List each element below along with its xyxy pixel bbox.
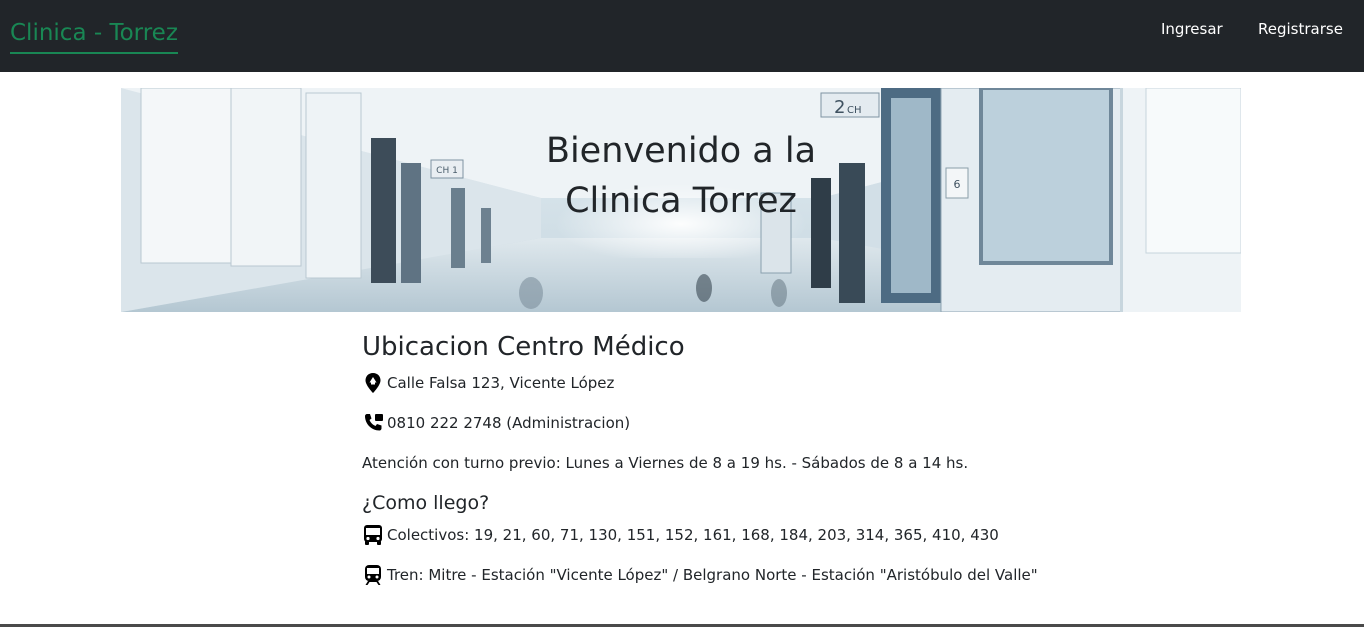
phone-icon (362, 412, 384, 434)
hours-text: Atención con turno previo: Lunes a Viern… (362, 454, 969, 472)
train-row: Tren: Mitre - Estación "Vicente López" /… (362, 564, 1038, 586)
hero-title-line-1: Bienvenido a la (545, 131, 817, 171)
hours-row: Atención con turno previo: Lunes a Viern… (362, 452, 968, 474)
svg-text:CH: CH (847, 105, 862, 116)
register-link[interactable]: Registrarse (1258, 18, 1343, 40)
address-row: Calle Falsa 123, Vicente López (362, 372, 614, 394)
map-pin-icon (362, 372, 384, 394)
bus-text: Colectivos: 19, 21, 60, 71, 130, 151, 15… (387, 526, 999, 544)
hero-banner: CH 1 2 CH 6 Bienvenido a la Clinica Torr… (121, 88, 1241, 312)
address-text: Calle Falsa 123, Vicente López (387, 374, 615, 392)
phone-row: 0810 222 2748 (Administracion) (362, 412, 630, 434)
phone-text: 0810 222 2748 (Administracion) (387, 414, 631, 432)
login-link[interactable]: Ingresar (1161, 18, 1223, 40)
directions-title: ¿Como llego? (362, 492, 490, 514)
hero-title: Bienvenido a la Clinica Torrez (121, 126, 1241, 226)
train-icon (362, 564, 384, 586)
train-text: Tren: Mitre - Estación "Vicente López" /… (387, 566, 1038, 584)
navbar: Clinica - Torrez Ingresar Registrarse (0, 0, 1364, 72)
brand-link[interactable]: Clinica - Torrez (10, 16, 178, 54)
svg-text:2: 2 (834, 97, 845, 118)
hero-title-line-2: Clinica Torrez (565, 181, 797, 221)
bus-icon (362, 524, 384, 546)
location-title: Ubicacion Centro Médico (362, 332, 685, 362)
bus-row: Colectivos: 19, 21, 60, 71, 130, 151, 15… (362, 524, 999, 546)
